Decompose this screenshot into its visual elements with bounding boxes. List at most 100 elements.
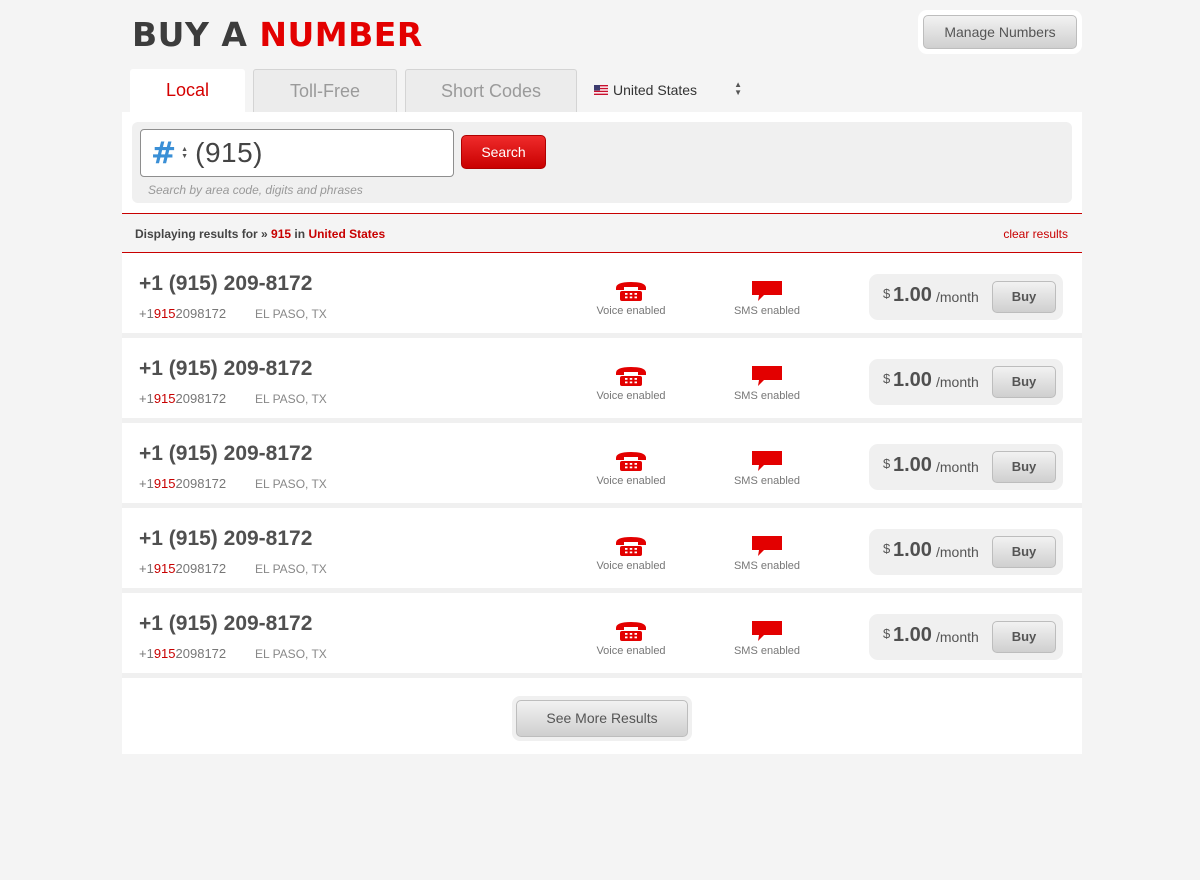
- raw-number: +19152098172: [139, 646, 227, 661]
- voice-feature: Voice enabled: [586, 620, 676, 657]
- tab-local[interactable]: Local: [130, 69, 245, 112]
- page-title: BUY A NUMBER: [132, 15, 423, 54]
- price-period: /month: [936, 544, 979, 560]
- price-period: /month: [936, 289, 979, 305]
- raw-number: +19152098172: [139, 306, 227, 321]
- results-prefix: Displaying results for »: [135, 227, 268, 241]
- results-in-word: in: [294, 227, 306, 241]
- voice-feature: Voice enabled: [586, 535, 676, 572]
- price-amount: 1.00: [893, 284, 932, 306]
- sms-feature: SMS enabled: [722, 620, 812, 657]
- country-select-value: United States: [613, 82, 698, 98]
- results-query: 915: [271, 227, 292, 241]
- sms-label: SMS enabled: [733, 560, 801, 572]
- speech-bubble-icon: [752, 536, 782, 556]
- price-currency: $: [883, 371, 891, 386]
- sms-feature: SMS enabled: [722, 365, 812, 402]
- price-amount: 1.00: [893, 539, 932, 561]
- sms-label: SMS enabled: [733, 390, 801, 402]
- voice-feature: Voice enabled: [586, 450, 676, 487]
- clear-results-link[interactable]: clear results: [1003, 227, 1068, 241]
- title-part1: BUY A: [132, 15, 248, 54]
- search-input[interactable]: # ▲ ▼ (915): [140, 129, 454, 177]
- price-currency: $: [883, 286, 891, 301]
- results-country: United States: [308, 227, 386, 241]
- buy-button[interactable]: Buy: [992, 281, 1056, 313]
- speech-bubble-icon: [752, 366, 782, 386]
- up-down-arrows-icon[interactable]: ▲ ▼: [181, 146, 189, 160]
- speech-bubble-icon: [752, 621, 782, 641]
- manage-numbers-button[interactable]: Manage Numbers: [923, 15, 1077, 49]
- search-area: # ▲ ▼ (915) Search Search by area code, d…: [132, 122, 1072, 203]
- voice-label: Voice enabled: [596, 305, 666, 317]
- price-box: $ 1.00 /month Buy: [869, 359, 1063, 405]
- sms-feature: SMS enabled: [722, 450, 812, 487]
- sms-label: SMS enabled: [733, 645, 801, 657]
- price-box: $ 1.00 /month Buy: [869, 444, 1063, 490]
- sms-label: SMS enabled: [733, 475, 801, 487]
- voice-feature: Voice enabled: [586, 365, 676, 402]
- number-location: EL PASO, TX: [255, 477, 327, 491]
- phone-number: +1 (915) 209-8172: [139, 527, 313, 550]
- speech-bubble-icon: [752, 281, 782, 301]
- buy-button[interactable]: Buy: [992, 536, 1056, 568]
- main-panel: # ▲ ▼ (915) Search Search by area code, d…: [122, 112, 1082, 754]
- price-period: /month: [936, 629, 979, 645]
- phone-icon: [616, 367, 646, 386]
- voice-label: Voice enabled: [596, 475, 666, 487]
- price-amount: 1.00: [893, 369, 932, 391]
- price-period: /month: [936, 374, 979, 390]
- voice-label: Voice enabled: [596, 390, 666, 402]
- see-more-results-button[interactable]: See More Results: [516, 700, 688, 737]
- search-button[interactable]: Search: [461, 135, 546, 169]
- search-input-value[interactable]: (915): [195, 137, 263, 169]
- voice-label: Voice enabled: [596, 645, 666, 657]
- title-part2: NUMBER: [259, 15, 423, 54]
- price-currency: $: [883, 456, 891, 471]
- tab-short-codes[interactable]: Short Codes: [405, 69, 577, 112]
- result-row: +1 (915) 209-8172 +19152098172 EL PASO, …: [122, 428, 1082, 508]
- result-row: +1 (915) 209-8172 +19152098172 EL PASO, …: [122, 258, 1082, 338]
- voice-label: Voice enabled: [596, 560, 666, 572]
- country-select[interactable]: United States ▲ ▼: [594, 80, 746, 100]
- phone-number: +1 (915) 209-8172: [139, 442, 313, 465]
- result-row: +1 (915) 209-8172 +19152098172 EL PASO, …: [122, 343, 1082, 423]
- raw-number: +19152098172: [139, 391, 227, 406]
- result-row: +1 (915) 209-8172 +19152098172 EL PASO, …: [122, 513, 1082, 593]
- price-amount: 1.00: [893, 624, 932, 646]
- search-hint: Search by area code, digits and phrases: [148, 183, 363, 197]
- raw-number: +19152098172: [139, 561, 227, 576]
- sms-feature: SMS enabled: [722, 535, 812, 572]
- sms-label: SMS enabled: [733, 305, 801, 317]
- speech-bubble-icon: [752, 451, 782, 471]
- tab-toll-free[interactable]: Toll-Free: [253, 69, 397, 112]
- up-down-arrows-icon: ▲ ▼: [734, 80, 742, 97]
- phone-number: +1 (915) 209-8172: [139, 357, 313, 380]
- price-period: /month: [936, 459, 979, 475]
- buy-button[interactable]: Buy: [992, 621, 1056, 653]
- phone-number: +1 (915) 209-8172: [139, 272, 313, 295]
- buy-button[interactable]: Buy: [992, 451, 1056, 483]
- price-currency: $: [883, 626, 891, 641]
- hash-icon[interactable]: #: [151, 136, 176, 171]
- result-row: +1 (915) 209-8172 +19152098172 EL PASO, …: [122, 598, 1082, 678]
- voice-feature: Voice enabled: [586, 280, 676, 317]
- results-summary: Displaying results for » 915 in United S…: [135, 227, 385, 241]
- price-amount: 1.00: [893, 454, 932, 476]
- results-summary-bar: Displaying results for » 915 in United S…: [122, 213, 1082, 253]
- us-flag-icon: [594, 85, 608, 95]
- phone-icon: [616, 282, 646, 301]
- price-currency: $: [883, 541, 891, 556]
- price-box: $ 1.00 /month Buy: [869, 614, 1063, 660]
- phone-icon: [616, 622, 646, 641]
- price-box: $ 1.00 /month Buy: [869, 274, 1063, 320]
- phone-icon: [616, 452, 646, 471]
- raw-number: +19152098172: [139, 476, 227, 491]
- buy-button[interactable]: Buy: [992, 366, 1056, 398]
- number-location: EL PASO, TX: [255, 562, 327, 576]
- number-location: EL PASO, TX: [255, 307, 327, 321]
- price-box: $ 1.00 /month Buy: [869, 529, 1063, 575]
- number-location: EL PASO, TX: [255, 392, 327, 406]
- sms-feature: SMS enabled: [722, 280, 812, 317]
- phone-number: +1 (915) 209-8172: [139, 612, 313, 635]
